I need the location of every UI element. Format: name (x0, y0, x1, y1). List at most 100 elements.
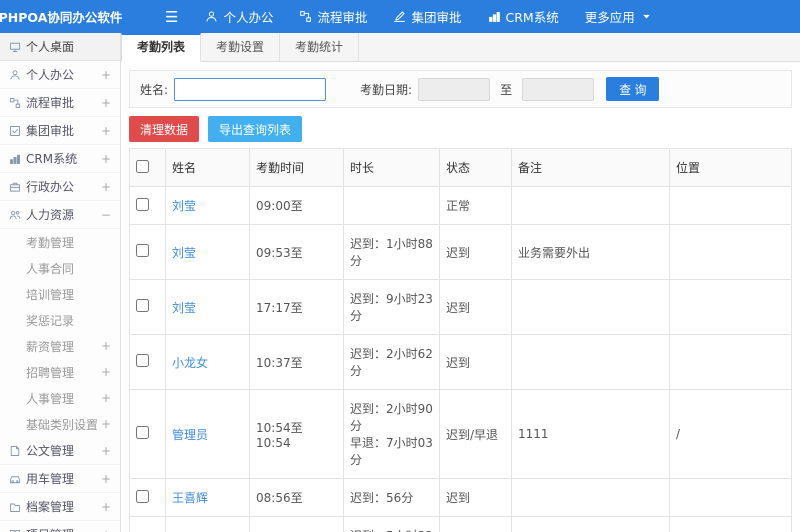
expand-icon[interactable]: + (101, 500, 111, 514)
tab-attendance-stats[interactable]: 考勤统计 (280, 33, 360, 61)
duration-cell: 迟到：5小时33分 早退：4小时67分 (343, 516, 440, 532)
row-checkbox[interactable] (136, 489, 149, 503)
expand-icon[interactable]: + (101, 180, 111, 194)
expand-icon[interactable]: + (101, 124, 111, 138)
sidebar-item[interactable]: 集团审批 + (0, 117, 120, 145)
sidebar-item[interactable]: 个人办公 + (0, 61, 120, 89)
note-cell: 1111 (511, 389, 670, 479)
document-icon (9, 445, 26, 457)
user-icon (9, 69, 26, 81)
date-to-input[interactable] (522, 77, 595, 101)
duration-cell (343, 186, 440, 225)
row-checkbox[interactable] (136, 354, 149, 367)
approval-icon (9, 125, 26, 137)
sidebar-item[interactable]: 人力资源 − (0, 201, 120, 229)
filter-bar: 姓名: 考勤日期: 至 查 询 (129, 70, 792, 108)
table-row: 刘莹 09:00至 正常 (129, 186, 792, 225)
car-icon (9, 473, 26, 485)
archive-icon (9, 501, 26, 513)
expand-icon[interactable]: + (101, 391, 111, 405)
topbar-nav: 个人办公 流程审批 集团审批 CRM系统 更多应用 (192, 0, 665, 33)
expand-icon[interactable]: + (101, 472, 111, 486)
sidebar-item[interactable]: 流程审批 + (0, 89, 120, 117)
employee-name-link[interactable]: 刘莹 (172, 199, 196, 213)
main-frame: 个人桌面 个人办公 + 流程审批 + 集团审批 + CRM系统 + 行政办公 + 人力资源 − 考勤管理人… (0, 33, 800, 532)
sidebar-subitem[interactable]: 招聘管理 + (0, 359, 120, 385)
briefcase-icon (9, 181, 26, 193)
sidebar-item[interactable]: CRM系统 + (0, 145, 120, 173)
expand-icon[interactable]: + (101, 417, 111, 431)
note-cell: 业务需要外出 (511, 224, 670, 280)
attendance-time-cell: 17:17至 (249, 279, 344, 335)
nav-item[interactable]: 集团审批 (380, 0, 474, 33)
export-list-button[interactable]: 导出查询列表 (208, 116, 303, 142)
search-button[interactable]: 查 询 (606, 77, 660, 101)
menu-toggle-button[interactable]: ☰ (165, 0, 178, 33)
sidebar: 个人桌面 个人办公 + 流程审批 + 集团审批 + CRM系统 + 行政办公 + 人力资源 − 考勤管理人… (0, 33, 121, 532)
collapse-icon[interactable]: − (101, 208, 111, 222)
sidebar-item-label: 个人办公 (26, 68, 75, 82)
employee-name-link[interactable]: 小龙女 (172, 356, 208, 370)
sidebar-item-label: 档案管理 (26, 500, 75, 514)
row-checkbox[interactable] (136, 299, 149, 312)
sidebar-item[interactable]: 用车管理 + (0, 465, 120, 493)
date-to-label: 至 (500, 82, 513, 97)
expand-icon[interactable]: + (101, 365, 111, 379)
sidebar-subitem[interactable]: 人事合同 (0, 255, 120, 281)
hamburger-icon: ☰ (165, 7, 179, 26)
sidebar-item[interactable]: 个人桌面 (0, 33, 120, 61)
tab-attendance-settings[interactable]: 考勤设置 (201, 33, 281, 61)
table-row: 王喜辉 08:56至 迟到：56分 迟到 (129, 478, 792, 517)
sidebar-subitem[interactable]: 考勤管理 (0, 229, 120, 255)
name-filter-input[interactable] (174, 77, 327, 101)
table-row: 管理员 10:54至10:54 迟到：2小时90分 早退：7小时03分 迟到/早退 11… (129, 389, 792, 479)
header-time: 考勤时间 (249, 148, 344, 187)
sidebar-item[interactable]: 项目管理 + (0, 521, 120, 532)
expand-icon[interactable]: + (101, 152, 111, 166)
sidebar-subitem[interactable]: 奖惩记录 (0, 307, 120, 333)
chart-icon (9, 153, 26, 165)
status-cell: 迟到 (439, 334, 512, 390)
caret-down-icon (640, 10, 653, 23)
nav-item[interactable]: 流程审批 (286, 0, 380, 33)
tab-attendance-list[interactable]: 考勤列表 (121, 33, 202, 62)
attendance-table: 姓名 考勤时间 时长 状态 备注 位置 刘莹 09:00至 正常 刘莹 09:53至 迟到… (129, 148, 792, 532)
sidebar-item[interactable]: 公文管理 + (0, 437, 120, 465)
sidebar-subitem[interactable]: 基础类别设置 + (0, 411, 120, 437)
sidebar-subitem[interactable]: 人事管理 + (0, 385, 120, 411)
status-cell: 迟到 (439, 478, 512, 517)
sidebar-item-label: CRM系统 (26, 152, 78, 166)
row-checkbox[interactable] (136, 197, 149, 211)
expand-icon[interactable]: + (101, 444, 111, 458)
row-checkbox[interactable] (136, 244, 149, 257)
expand-icon[interactable]: + (101, 96, 111, 110)
chart-icon (488, 10, 501, 23)
name-filter-label: 姓名: (140, 82, 169, 97)
nav-item[interactable]: CRM系统 (475, 0, 572, 33)
employee-name-link[interactable]: 管理员 (172, 428, 208, 442)
sidebar-subitem[interactable]: 薪资管理 + (0, 333, 120, 359)
expand-icon[interactable]: + (101, 528, 111, 532)
sidebar-item[interactable]: 行政办公 + (0, 173, 120, 201)
employee-name-link[interactable]: 王喜辉 (172, 491, 208, 505)
desktop-icon (9, 41, 26, 53)
employee-name-link[interactable]: 刘莹 (172, 301, 196, 315)
flow-icon (9, 97, 26, 109)
clear-data-button[interactable]: 清理数据 (129, 116, 200, 142)
select-all-checkbox[interactable] (136, 159, 149, 173)
row-checkbox[interactable] (136, 426, 149, 439)
sidebar-item[interactable]: 档案管理 + (0, 493, 120, 521)
employee-name-link[interactable]: 刘莹 (172, 246, 196, 260)
expand-icon[interactable]: + (101, 339, 111, 353)
table-row: 小龙女 10:37至 迟到：2小时62分 迟到 (129, 334, 792, 390)
duration-cell: 迟到：2小时62分 (343, 334, 440, 390)
header-name: 姓名 (165, 148, 250, 187)
nav-item[interactable]: 更多应用 (572, 0, 666, 33)
header-duration: 时长 (343, 148, 440, 187)
expand-icon[interactable]: + (101, 68, 111, 82)
attendance-time-cell: 09:00至 (249, 186, 344, 225)
duration-cell: 迟到：2小时90分 早退：7小时03分 (343, 389, 440, 479)
nav-item[interactable]: 个人办公 (192, 0, 286, 33)
sidebar-subitem[interactable]: 培训管理 (0, 281, 120, 307)
date-from-input[interactable] (418, 77, 491, 101)
